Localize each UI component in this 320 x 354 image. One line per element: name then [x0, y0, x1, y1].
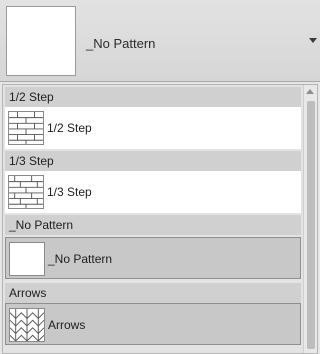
- pattern-item-label: _No Pattern: [48, 252, 113, 266]
- pattern-item-arrows[interactable]: Arrows: [5, 303, 301, 345]
- pattern-item-label: 1/3 Step: [47, 185, 92, 199]
- pattern-item-third-step[interactable]: 1/3 Step: [5, 171, 301, 213]
- selected-pattern-preview: [6, 6, 76, 76]
- pattern-item-label: Arrows: [48, 318, 86, 332]
- pattern-item-no-pattern[interactable]: _No Pattern: [5, 237, 301, 279]
- brick-pattern-icon: [8, 175, 44, 209]
- scrollbar-thumb[interactable]: [307, 101, 315, 349]
- blank-pattern-icon: [9, 242, 45, 276]
- selected-pattern-label: _No Pattern: [86, 36, 156, 51]
- arrows-pattern-icon: [9, 308, 45, 342]
- group-header-no-pattern: _No Pattern: [5, 215, 301, 235]
- group-header-half-step: 1/2 Step: [5, 87, 301, 107]
- list-scrollbar[interactable]: [303, 85, 317, 353]
- pattern-item-half-step[interactable]: 1/2 Step: [5, 107, 301, 149]
- pattern-list: 1/2 Step 1/2 Step 1/3 Step 1/3 Step _No …: [2, 84, 318, 354]
- pattern-selector: _No Pattern 1/2 Step 1/2 Step 1/3 Step 1…: [0, 0, 320, 354]
- chevron-down-icon[interactable]: [309, 38, 317, 43]
- group-header-third-step: 1/3 Step: [5, 151, 301, 171]
- pattern-dropdown[interactable]: _No Pattern: [0, 0, 320, 82]
- scroll-up-icon[interactable]: [306, 89, 314, 94]
- group-header-arrows: Arrows: [5, 283, 301, 303]
- pattern-item-label: 1/2 Step: [47, 121, 92, 135]
- brick-pattern-icon: [8, 111, 44, 145]
